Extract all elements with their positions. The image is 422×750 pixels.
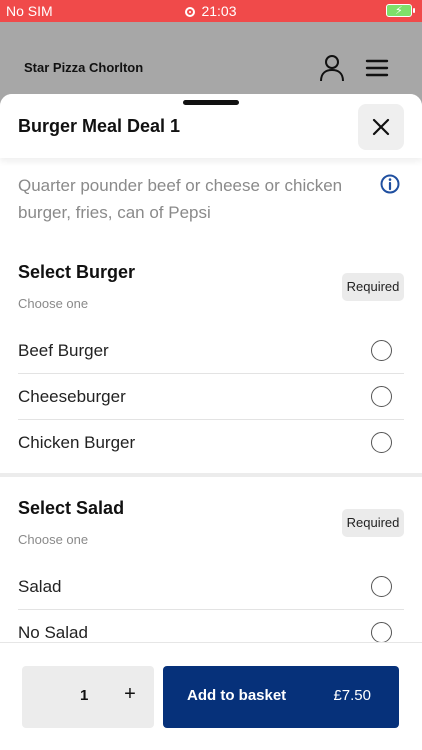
close-icon [372, 118, 390, 136]
group-divider [0, 473, 422, 477]
sheet-header: Burger Meal Deal 1 [0, 94, 422, 158]
basket-footer: 1 + Add to basket £7.50 [0, 642, 422, 750]
option-salad[interactable]: Salad [18, 564, 404, 610]
radio-button[interactable] [371, 340, 392, 361]
option-label: Chicken Burger [18, 433, 136, 452]
option-label: Cheeseburger [18, 387, 126, 406]
sheet-grabber[interactable] [183, 100, 239, 105]
group-title-burger: Select Burger [18, 262, 136, 282]
group-subtitle-burger: Choose one [18, 296, 89, 311]
quantity-stepper: 1 + [22, 666, 154, 728]
account-icon[interactable] [318, 54, 346, 82]
shop-name: Star Pizza Chorlton [24, 60, 144, 75]
required-badge: Required [342, 509, 404, 537]
group-subtitle-salad: Choose one [18, 532, 89, 547]
option-label: Salad [18, 577, 62, 596]
clock: 21:03 [201, 3, 237, 19]
quantity-increase-button[interactable]: + [120, 683, 140, 707]
required-badge: Required [342, 273, 404, 301]
status-bar: No SIM 21:03 ⚡ [0, 0, 422, 22]
quantity-value: 1 [80, 687, 89, 704]
option-label: No Salad [18, 623, 88, 642]
info-icon[interactable] [380, 174, 400, 194]
item-title: Burger Meal Deal 1 [18, 116, 181, 136]
item-price: £7.50 [333, 687, 371, 704]
radio-button[interactable] [371, 622, 392, 643]
radio-button[interactable] [371, 432, 392, 453]
location-icon [185, 7, 196, 17]
add-to-basket-button[interactable]: Add to basket £7.50 [163, 666, 399, 728]
group-title-salad: Select Salad [18, 498, 125, 518]
close-button[interactable] [358, 104, 404, 150]
radio-button[interactable] [371, 386, 392, 407]
add-to-basket-label: Add to basket [187, 687, 287, 704]
option-chicken-burger[interactable]: Chicken Burger [18, 420, 404, 466]
menu-icon[interactable] [364, 56, 390, 80]
option-cheeseburger[interactable]: Cheeseburger [18, 374, 404, 420]
battery-icon: ⚡ [386, 4, 415, 17]
option-label: Beef Burger [18, 341, 109, 360]
item-description: Quarter pounder beef or cheese or chicke… [18, 176, 343, 222]
option-beef-burger[interactable]: Beef Burger [18, 328, 404, 374]
radio-button[interactable] [371, 576, 392, 597]
